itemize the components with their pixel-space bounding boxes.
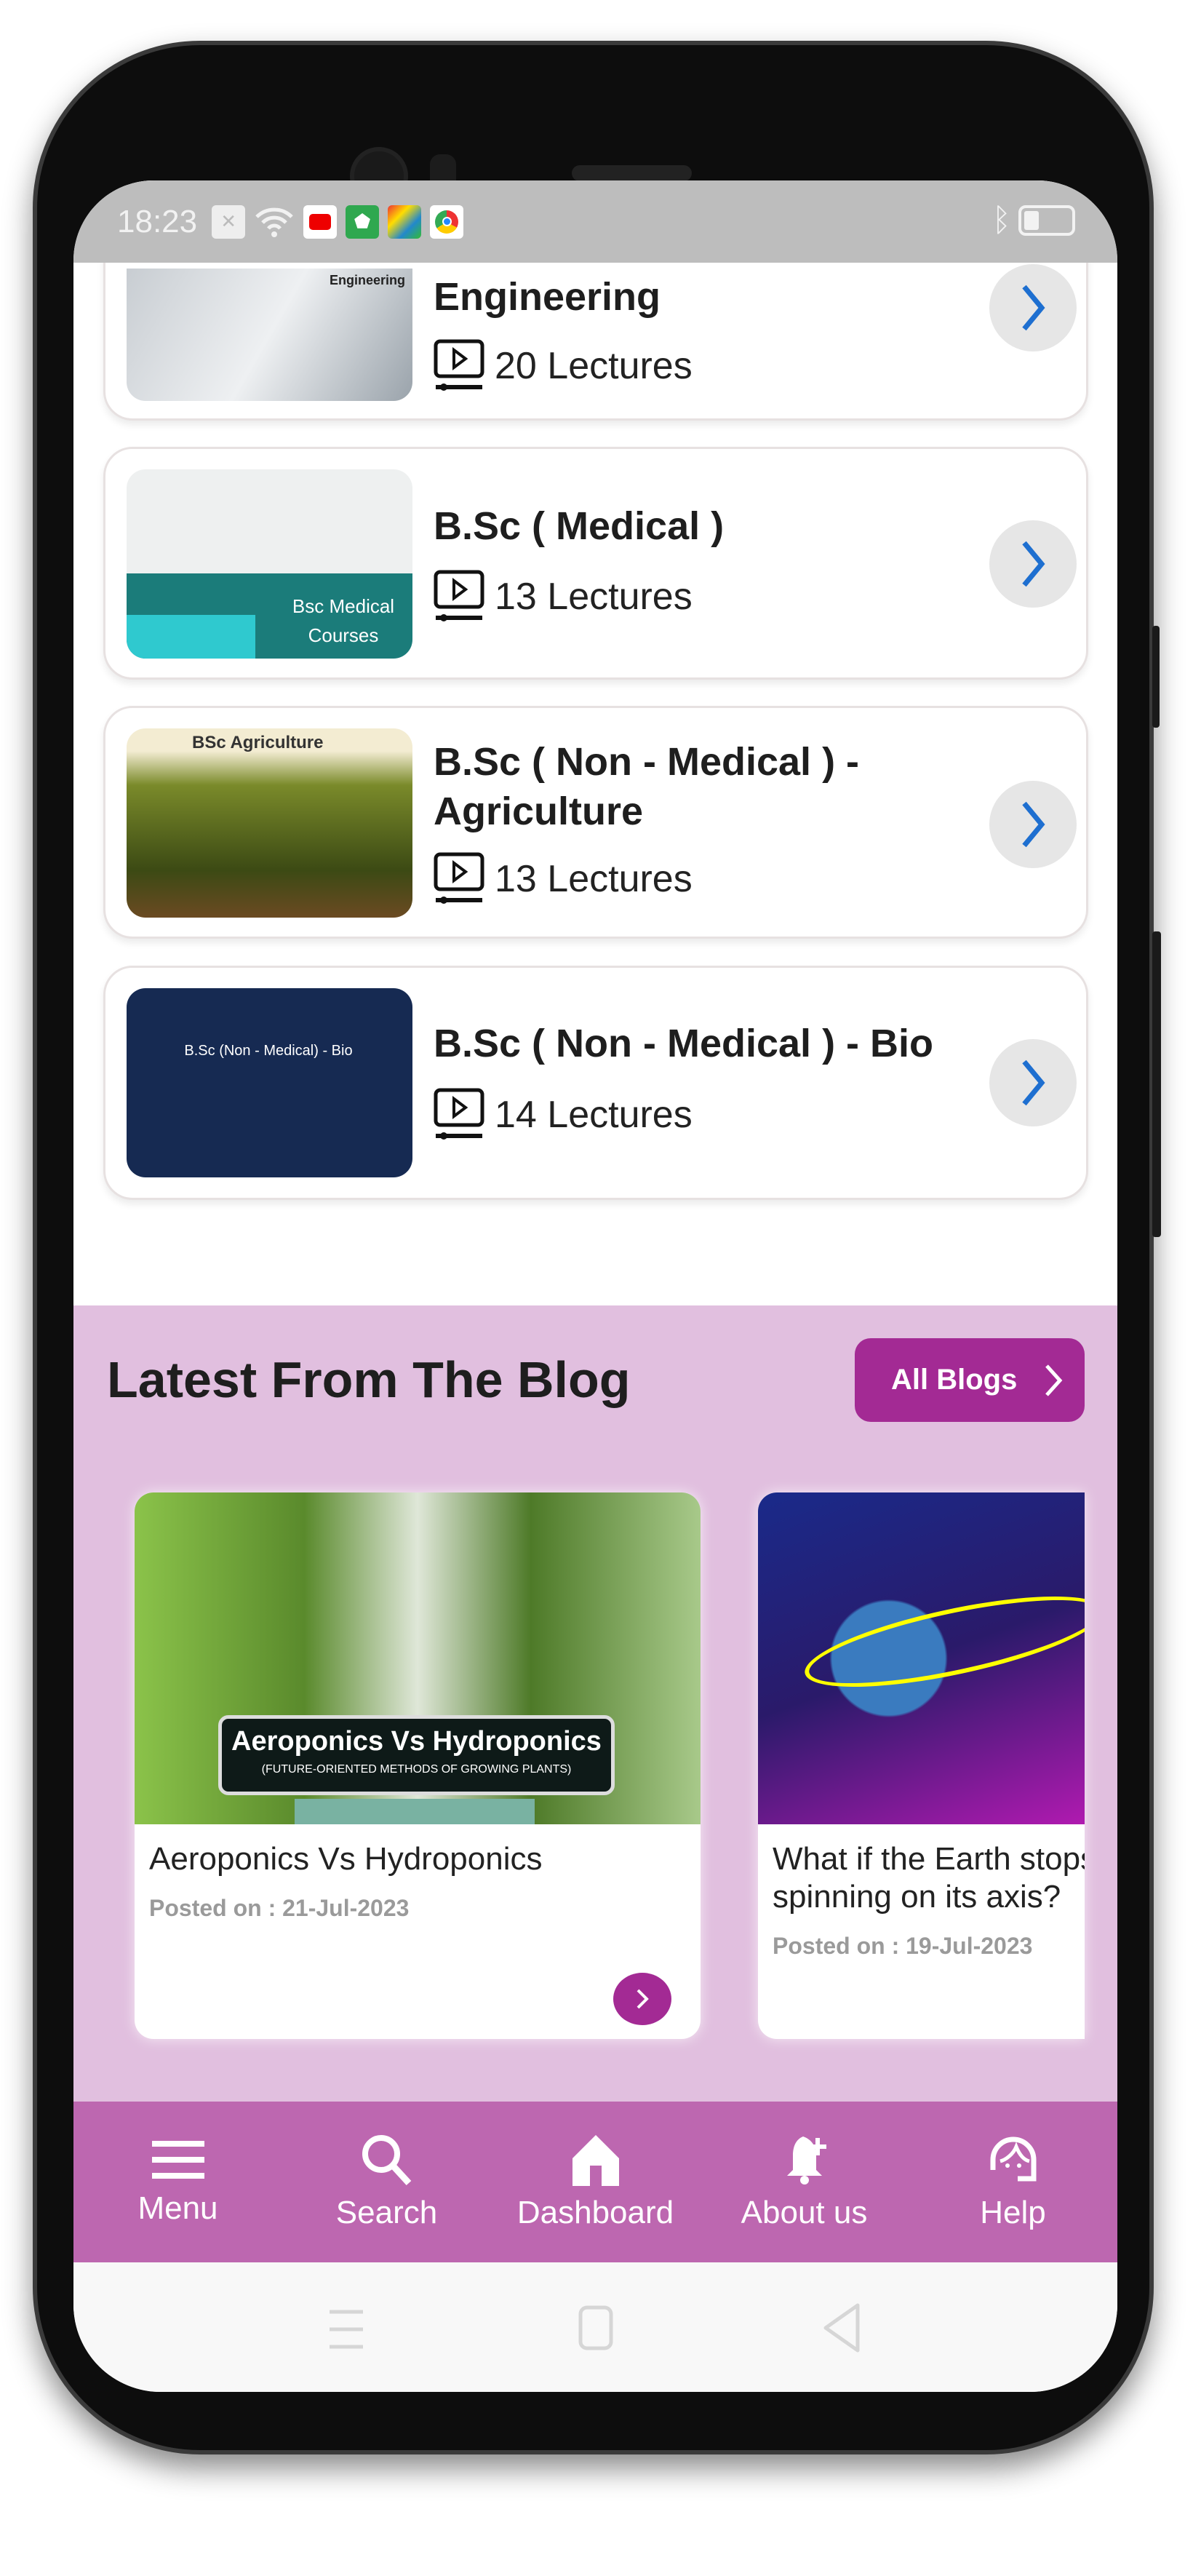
course-title: B.Sc ( Medical ) [434, 504, 725, 548]
power-button [1152, 931, 1161, 1237]
read-blog-button[interactable] [613, 1973, 671, 2025]
thumbnail-text: Engineering [329, 273, 405, 287]
lecture-count-text: 20 Lectures [495, 345, 693, 387]
video-lecture-icon [434, 852, 484, 904]
home-system-icon[interactable] [578, 2305, 614, 2351]
blog-title: What if the Earth stops spinning on its … [773, 1841, 1085, 1915]
open-course-button[interactable] [989, 520, 1077, 608]
bottom-nav: Menu Search Dashboard About us Help [73, 2102, 1117, 2262]
lecture-count-text: 13 Lectures [495, 576, 693, 618]
battery-icon [1018, 205, 1075, 236]
back-icon[interactable] [821, 2302, 862, 2353]
nav-label: Search [335, 2194, 438, 2230]
wifi-icon [255, 207, 293, 237]
nav-about-us[interactable]: About us [700, 2102, 909, 2262]
course-title: B.Sc ( Non - Medical ) - Agriculture [434, 740, 860, 833]
lecture-count: 20 Lectures [434, 339, 693, 393]
blog-date: Posted on : 21-Jul-2023 [149, 1895, 410, 1921]
course-title: B.Sc ( Non - Medical ) - Bio [434, 1022, 934, 1065]
course-title: Engineering [434, 275, 661, 319]
course-thumbnail: Engineering [127, 269, 412, 401]
lecture-count-text: 13 Lectures [495, 858, 693, 900]
course-card[interactable]: BSc Agriculture B.Sc ( Non - Medical ) -… [103, 706, 1088, 939]
lecture-count-text: 14 Lectures [495, 1094, 693, 1136]
earpiece [572, 165, 692, 181]
bell-plus-icon [786, 2136, 826, 2185]
bluetooth-icon: ᛒ [991, 202, 1011, 238]
nav-label: Dashboard [516, 2194, 674, 2230]
blog-card[interactable]: What if the Earth stops spinning on its … [758, 1492, 1085, 2039]
system-nav-bar [73, 2262, 1117, 2392]
banner-title: Aeroponics Vs Hydroponics [231, 1726, 602, 1757]
blog-image [758, 1492, 1085, 1824]
screen: 18:23 ✕ ⬟ ᛒ Engineering Engineering 20 L… [73, 180, 1117, 2392]
blog-banner: Aeroponics Vs Hydroponics (FUTURE-ORIENT… [218, 1715, 615, 1795]
lecture-count: 13 Lectures [434, 570, 693, 624]
nav-search[interactable]: Search [282, 2102, 491, 2262]
video-lecture-icon [434, 1088, 484, 1140]
course-card[interactable]: Bsc Medical Courses B.Sc ( Medical ) 13 … [103, 447, 1088, 680]
course-card[interactable]: B.Sc (Non - Medical) - Bio B.Sc ( Non - … [103, 966, 1088, 1200]
video-lecture-icon [434, 570, 484, 621]
status-bar: 18:23 ✕ ⬟ ᛒ [73, 180, 1117, 263]
blog-section: Latest From The Blog All Blogs Aeroponic… [73, 1305, 1117, 2102]
all-blogs-label: All Blogs [891, 1364, 1018, 1396]
open-course-button[interactable] [989, 1039, 1077, 1126]
blog-card[interactable]: Aeroponics Vs Hydroponics (FUTURE-ORIENT… [135, 1492, 701, 2039]
vpn-shield-icon: ⬟ [346, 204, 380, 239]
nav-label: Menu [137, 2190, 218, 2226]
blog-title: Aeroponics Vs Hydroponics [149, 1841, 543, 1877]
recent-apps-icon[interactable] [328, 2307, 364, 2351]
notification-x-icon: ✕ [212, 204, 246, 239]
nav-dashboard[interactable]: Dashboard [491, 2102, 700, 2262]
course-thumbnail: B.Sc (Non - Medical) - Bio [127, 988, 412, 1177]
headset-icon [990, 2136, 1036, 2181]
home-icon [572, 2134, 619, 2186]
open-course-button[interactable] [989, 781, 1077, 868]
nav-label: Help [980, 2194, 1046, 2230]
blog-heading: Latest From The Blog [107, 1351, 631, 1408]
youtube-icon [303, 204, 338, 239]
nav-menu[interactable]: Menu [73, 2102, 282, 2262]
nav-label: About us [741, 2194, 868, 2230]
thumbnail-text: BSc Agriculture [192, 733, 324, 752]
open-course-button[interactable] [989, 264, 1077, 351]
chevron-right-icon [1022, 1060, 1045, 1106]
chevron-right-icon [1022, 541, 1045, 587]
lecture-count: 13 Lectures [434, 852, 693, 906]
video-lecture-icon [434, 339, 484, 391]
blog-date: Posted on : 19-Jul-2023 [773, 1933, 1033, 1959]
blog-image: Aeroponics Vs Hydroponics (FUTURE-ORIENT… [135, 1492, 701, 1824]
menu-icon [151, 2140, 204, 2179]
chevron-right-icon [637, 1989, 649, 2009]
chrome-icon [430, 204, 464, 239]
thumbnail-text: Bsc Medical Courses [292, 595, 395, 646]
course-thumbnail: Bsc Medical Courses [127, 469, 412, 659]
thumbnail-text: B.Sc (Non - Medical) - Bio [184, 1043, 353, 1059]
course-thumbnail: BSc Agriculture [127, 728, 412, 918]
nav-help[interactable]: Help [909, 2102, 1117, 2262]
chevron-right-icon [1045, 1364, 1063, 1396]
game-app-icon [388, 204, 422, 239]
chevron-right-icon [1022, 285, 1045, 331]
banner-subtitle: (FUTURE-ORIENTED METHODS OF GROWING PLAN… [261, 1763, 572, 1776]
chevron-right-icon [1022, 801, 1045, 848]
search-icon [362, 2134, 411, 2185]
all-blogs-button[interactable]: All Blogs [855, 1338, 1085, 1422]
volume-button [1152, 626, 1160, 728]
lecture-count: 14 Lectures [434, 1088, 693, 1142]
status-time: 18:23 [117, 203, 198, 239]
